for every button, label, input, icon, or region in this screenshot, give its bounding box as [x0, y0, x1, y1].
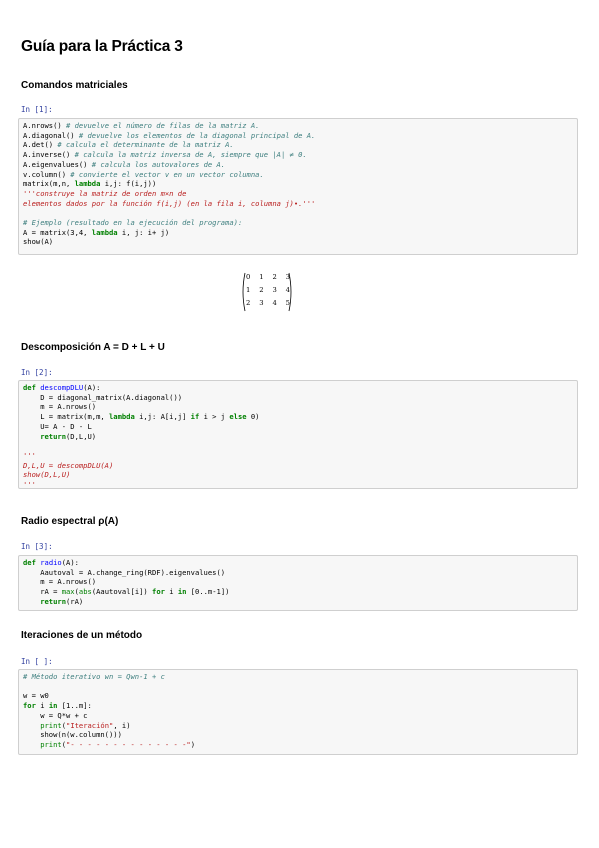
- matrix-row: 1234: [246, 286, 290, 294]
- section-heading-radio: Radio espectral ρ(A): [21, 516, 119, 527]
- matrix-row: 2345: [246, 299, 290, 307]
- cell-prompt-1: In [1]:: [21, 105, 53, 114]
- code-cell-3[interactable]: def radio(A): Aautoval = A.change_ring(R…: [18, 555, 578, 611]
- code-cell-2[interactable]: def descompDLU(A): D = diagonal_matrix(A…: [18, 380, 578, 489]
- code-cell-4[interactable]: # Método iterativo wn = Qwn-1 + c w = w0…: [18, 669, 578, 755]
- section-heading-descomposicion: Descomposición A = D + L + U: [21, 342, 165, 353]
- cell-prompt-2: In [2]:: [21, 368, 53, 377]
- section-heading-iteraciones: Iteraciones de un método: [21, 630, 143, 641]
- page-title: Guía para la Práctica 3: [21, 38, 183, 55]
- matrix-row: 0123: [246, 273, 290, 281]
- code-cell-3-source: def radio(A): Aautoval = A.change_ring(R…: [23, 558, 230, 606]
- code-cell-1-source: A.nrows() # devuelve el número de filas …: [23, 121, 316, 247]
- section-heading-comandos: Comandos matriciales: [21, 80, 128, 91]
- code-cell-2-source: def descompDLU(A): D = diagonal_matrix(A…: [23, 383, 260, 490]
- cell-prompt-4: In [ ]:: [21, 657, 53, 666]
- matrix-output: 0123 1234 2345: [240, 272, 294, 312]
- code-cell-1[interactable]: A.nrows() # devuelve el número de filas …: [18, 118, 578, 255]
- cell-prompt-3: In [3]:: [21, 542, 53, 551]
- code-cell-4-source: # Método iterativo wn = Qwn-1 + c w = w0…: [23, 672, 195, 749]
